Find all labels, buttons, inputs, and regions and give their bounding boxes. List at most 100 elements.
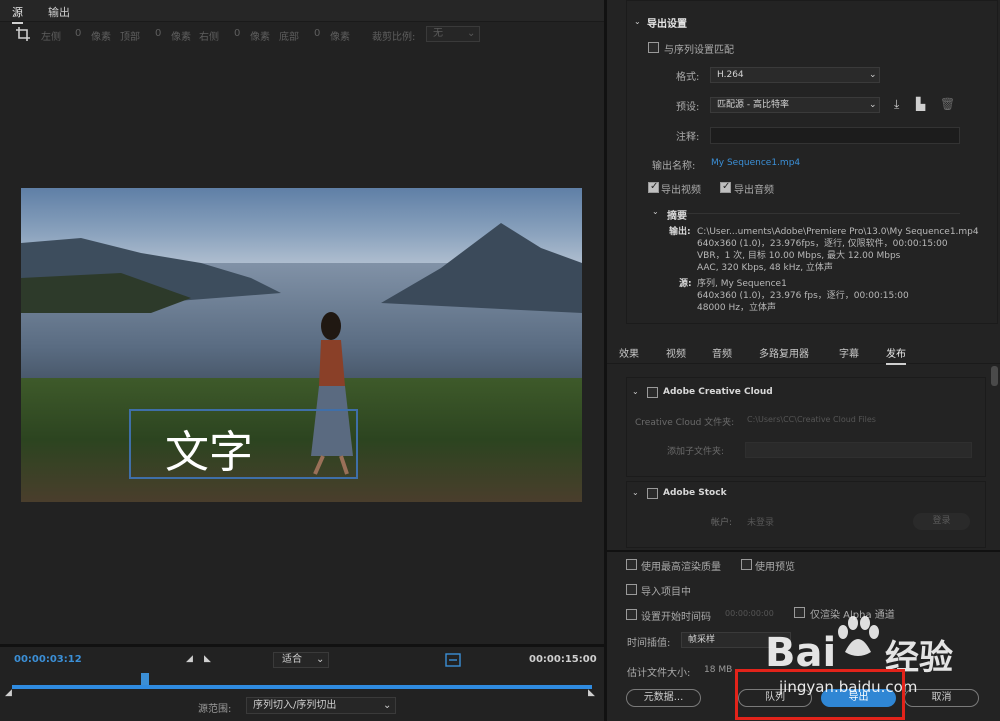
format-select[interactable]: H.264 ⌄ [710, 67, 880, 83]
stock-checkbox[interactable] [647, 488, 658, 499]
cc-subfolder-label: 添加子文件夹: [667, 447, 725, 457]
start-timecode-value[interactable]: 00:00:00:00 [725, 609, 774, 618]
summary-line: 序列, My Sequence1 [697, 279, 787, 289]
crop-left-label: 左侧 [41, 32, 61, 43]
delete-preset-icon[interactable]: 🗑 [940, 97, 955, 111]
source-range-value: 序列切入/序列切出 [253, 700, 337, 711]
comment-input[interactable] [710, 127, 960, 144]
import-project-checkbox[interactable] [626, 584, 637, 595]
chevron-down-icon: ⌄ [316, 654, 325, 665]
summary-line: C:\User...uments\Adobe\Premiere Pro\13.0… [697, 227, 979, 237]
safe-margins-icon[interactable] [445, 653, 461, 667]
tab-effects[interactable]: 效果 [619, 345, 639, 360]
fit-select[interactable]: 适合 ⌄ [273, 652, 329, 668]
cc-folder-label: Creative Cloud 文件夹: [635, 418, 735, 428]
use-previews-label: 使用预览 [755, 562, 795, 573]
mark-out-icon[interactable]: ◣ [204, 654, 211, 664]
account-label: 帐户: [711, 518, 733, 528]
login-button[interactable]: 登录 [913, 513, 970, 530]
panel-divider [0, 644, 604, 647]
tab-captions[interactable]: 字幕 [839, 345, 859, 360]
summary-line: VBR，1 次, 目标 10.00 Mbps, 最大 12.00 Mbps [697, 251, 901, 261]
crop-unit-label: 像素 [330, 32, 350, 43]
video-preview[interactable]: 文字 [21, 188, 582, 502]
preset-select[interactable]: 匹配源 - 高比特率 ⌄ [710, 97, 880, 113]
source-tabbar: 源 输出 [0, 0, 604, 24]
crop-toolbar: 左侧 0 像素 顶部 0 像素 右侧 0 像素 底部 0 像素 裁剪比例: 无 … [0, 23, 604, 45]
summary-source-label: 源: [679, 279, 692, 289]
summary-line: 640x360 (1.0)，23.976fps，逐行, 仅限软件，00:00:1… [697, 239, 948, 249]
match-sequence-label: 与序列设置匹配 [664, 45, 734, 56]
chevron-down-icon: ⌄ [383, 700, 392, 711]
use-previews-checkbox[interactable] [741, 559, 752, 570]
crop-right-label: 右侧 [199, 32, 219, 43]
match-sequence-checkbox[interactable] [648, 42, 659, 53]
collapse-chevron-icon[interactable]: ⌄ [632, 488, 639, 497]
export-video-checkbox[interactable] [648, 181, 659, 193]
crop-unit-label: 像素 [171, 32, 191, 43]
file-size-label: 估计文件大小: [627, 668, 691, 679]
publish-panel: 效果 视频 音频 多路复用器 字幕 发布 ⌄ Adobe Creative Cl… [607, 340, 1000, 548]
summary-output-label: 输出: [669, 227, 691, 237]
chevron-down-icon: ⌄ [467, 28, 476, 39]
crop-bottom-label: 底部 [279, 32, 299, 43]
overlay-text: 文字 [165, 427, 253, 478]
tab-publish[interactable]: 发布 [886, 345, 906, 365]
tab-audio[interactable]: 音频 [712, 345, 732, 360]
set-timecode-checkbox[interactable] [626, 609, 637, 620]
max-quality-label: 使用最高渲染质量 [641, 562, 721, 573]
preview-mountains [21, 223, 582, 313]
highlight-box [735, 669, 905, 720]
current-timecode[interactable]: 00:00:03:12 [14, 654, 82, 665]
save-preset-icon[interactable]: ⤓ [894, 97, 899, 112]
import-preset-icon[interactable]: ▙ [916, 97, 925, 111]
summary-line: 640x360 (1.0)，23.976 fps，逐行，00:00:15:00 [697, 291, 909, 301]
tab-multiplexer[interactable]: 多路复用器 [759, 345, 809, 360]
scrollbar[interactable] [991, 366, 998, 386]
collapse-chevron-icon[interactable]: ⌄ [634, 17, 641, 26]
cc-subfolder-input[interactable] [745, 442, 972, 458]
crop-icon[interactable] [15, 26, 31, 42]
crop-left-value[interactable]: 0 [75, 28, 81, 39]
source-range-select[interactable]: 序列切入/序列切出 ⌄ [246, 697, 396, 714]
export-settings-panel: ⌄ 导出设置 与序列设置匹配 格式: H.264 ⌄ 预设: 匹配源 - 高比特… [607, 0, 1000, 340]
tab-source[interactable]: 源 [12, 4, 23, 24]
crop-ratio-value: 无 [433, 28, 443, 39]
end-timecode: 00:00:15:00 [529, 654, 597, 665]
cc-title: Adobe Creative Cloud [663, 387, 773, 397]
preset-label: 预设: [676, 102, 700, 113]
timeline-track[interactable] [12, 685, 592, 689]
tab-output[interactable]: 输出 [48, 4, 70, 20]
export-audio-label: 导出音频 [734, 185, 774, 196]
cc-checkbox[interactable] [647, 387, 658, 398]
collapse-chevron-icon[interactable]: ⌄ [632, 387, 639, 396]
output-name-link[interactable]: My Sequence1.mp4 [711, 158, 800, 168]
max-quality-checkbox[interactable] [626, 559, 637, 570]
out-point-icon[interactable]: ◣ [588, 688, 595, 698]
summary-rule [677, 213, 960, 214]
mark-in-icon[interactable]: ◢ [186, 654, 193, 664]
playhead[interactable] [141, 673, 150, 685]
export-video-label: 导出视频 [661, 185, 701, 196]
settings-tabbar: 效果 视频 音频 多路复用器 字幕 发布 [607, 340, 1000, 365]
source-panel: 源 输出 左侧 0 像素 顶部 0 像素 右侧 0 像素 底部 0 像素 裁剪比… [0, 0, 604, 721]
crop-ratio-label: 裁剪比例: [372, 32, 416, 43]
stock-title: Adobe Stock [663, 488, 727, 498]
alpha-only-checkbox[interactable] [794, 607, 805, 618]
metadata-button[interactable]: 元数据... [626, 689, 701, 707]
format-value: H.264 [717, 70, 744, 80]
in-point-icon[interactable]: ◢ [5, 688, 12, 698]
crop-top-value[interactable]: 0 [155, 28, 161, 39]
collapse-chevron-icon[interactable]: ⌄ [652, 207, 659, 216]
fit-value: 适合 [282, 654, 302, 665]
crop-right-value[interactable]: 0 [234, 28, 240, 39]
tab-video[interactable]: 视频 [666, 345, 686, 360]
crop-ratio-select[interactable]: 无 ⌄ [426, 26, 480, 42]
chevron-down-icon: ⌄ [869, 100, 877, 110]
crop-unit-label: 像素 [91, 32, 111, 43]
crop-bottom-value[interactable]: 0 [314, 28, 320, 39]
comment-label: 注释: [676, 132, 700, 143]
export-audio-checkbox[interactable] [720, 181, 731, 193]
cc-folder-value[interactable]: C:\Users\CC\Creative Cloud Files [747, 415, 876, 424]
crop-top-label: 顶部 [120, 32, 140, 43]
